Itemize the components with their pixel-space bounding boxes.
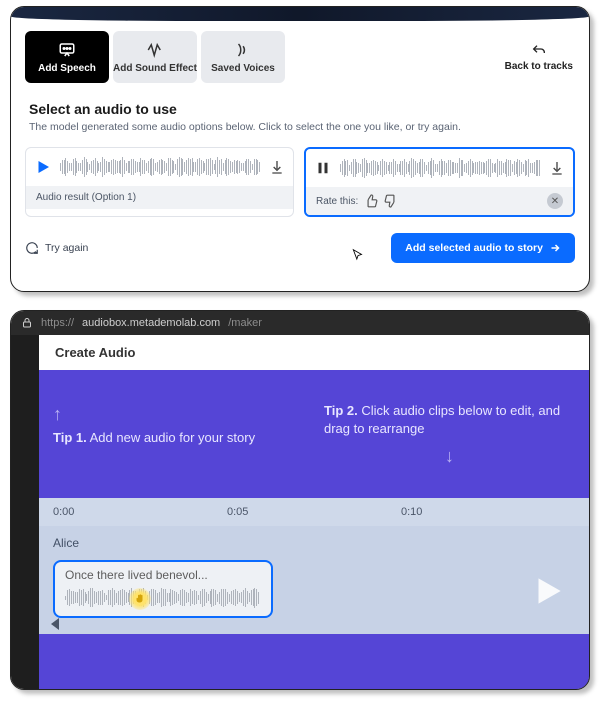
waveform	[340, 155, 541, 181]
tip-1: ↑ Tip 1. Add new audio for your story	[53, 402, 304, 470]
soundwave-icon	[146, 41, 164, 59]
grab-hand-icon	[134, 593, 146, 605]
clip-label: Once there lived benevol...	[65, 568, 261, 582]
actions-row: Try again Add selected audio to story	[11, 217, 589, 279]
arrow-down-icon: ↓	[324, 444, 575, 469]
button-label: Add selected audio to story	[405, 242, 543, 254]
voices-icon	[234, 41, 252, 59]
back-to-tracks[interactable]: Back to tracks	[505, 43, 573, 72]
time-mark: 0:10	[401, 506, 575, 518]
cursor-pointer-icon	[351, 248, 365, 262]
tip1-text: Add new audio for your story	[87, 430, 255, 445]
option-footer: Audio result (Option 1)	[26, 186, 293, 209]
tracks-area: Alice Once there lived benevol...	[39, 526, 589, 634]
time-mark: 0:00	[53, 506, 227, 518]
header-strip	[11, 7, 589, 21]
tip2-prefix: Tip 2.	[324, 403, 358, 418]
editor-stage: Create Audio ↑ Tip 1. Add new audio for …	[39, 335, 589, 689]
add-selected-button[interactable]: Add selected audio to story	[391, 233, 575, 263]
url-host: audiobox.metademolab.com	[82, 317, 220, 329]
url-scheme: https://	[41, 317, 74, 329]
waveform	[60, 154, 261, 180]
audio-option-2[interactable]: Rate this: ✕	[304, 147, 575, 217]
clip-waveform	[65, 586, 261, 610]
tab-label: Add Sound Effect	[113, 63, 197, 74]
try-again-label: Try again	[45, 242, 88, 254]
option-label: Audio result (Option 1)	[36, 192, 136, 203]
tip-2: Tip 2. Click audio clips below to edit, …	[324, 402, 575, 470]
audio-option-1[interactable]: Audio result (Option 1)	[25, 147, 294, 217]
tip1-prefix: Tip 1.	[53, 430, 87, 445]
stage-heading: Create Audio	[39, 335, 589, 370]
back-label: Back to tracks	[505, 61, 573, 72]
play-icon[interactable]	[34, 158, 52, 176]
tip2-text: Click audio clips below to edit, and dra…	[324, 403, 560, 436]
lock-icon	[21, 317, 33, 329]
thumbs-down-icon[interactable]	[384, 194, 398, 208]
tab-label: Saved Voices	[211, 63, 275, 74]
tab-saved-voices[interactable]: Saved Voices	[201, 31, 285, 83]
dismiss-icon[interactable]: ✕	[547, 193, 563, 209]
section-title: Select an audio to use	[29, 101, 571, 117]
download-icon[interactable]	[549, 160, 565, 176]
tab-label: Add Speech	[38, 63, 96, 74]
drag-handle-highlight[interactable]	[129, 588, 151, 610]
refresh-icon	[25, 241, 39, 255]
address-bar: https:// audiobox.metademolab.com/maker	[11, 311, 589, 335]
editor-panel: https:// audiobox.metademolab.com/maker C…	[10, 310, 590, 690]
tab-add-speech[interactable]: Add Speech	[25, 31, 109, 83]
time-mark: 0:05	[227, 506, 401, 518]
editor-stage-wrap: Create Audio ↑ Tip 1. Add new audio for …	[11, 335, 589, 689]
pause-icon[interactable]	[314, 159, 332, 177]
section-subtitle: The model generated some audio options b…	[29, 121, 571, 133]
arrow-right-icon	[549, 242, 561, 254]
rate-label: Rate this:	[316, 196, 358, 207]
undo-icon	[530, 43, 548, 59]
select-audio-panel: Add Speech Add Sound Effect Saved Voices…	[10, 6, 590, 292]
arrow-up-icon: ↑	[53, 402, 304, 427]
audio-options: Audio result (Option 1) Rate this: ✕	[11, 147, 589, 217]
thumbs-up-icon[interactable]	[364, 194, 378, 208]
audio-clip[interactable]: Once there lived benevol...	[53, 560, 273, 618]
track-name: Alice	[39, 526, 589, 556]
try-again[interactable]: Try again	[25, 241, 88, 255]
tab-add-sound-effect[interactable]: Add Sound Effect	[113, 31, 197, 83]
option-footer: Rate this: ✕	[306, 187, 573, 215]
timeline-ruler: 0:00 0:05 0:10	[39, 498, 589, 526]
url-path: /maker	[228, 317, 262, 329]
scroll-left-arrow[interactable]	[51, 618, 59, 630]
tips-row: ↑ Tip 1. Add new audio for your story Ti…	[39, 370, 589, 498]
mode-tabs: Add Speech Add Sound Effect Saved Voices…	[11, 21, 589, 83]
play-all-icon[interactable]	[529, 572, 567, 610]
download-icon[interactable]	[269, 159, 285, 175]
speech-icon	[58, 41, 76, 59]
